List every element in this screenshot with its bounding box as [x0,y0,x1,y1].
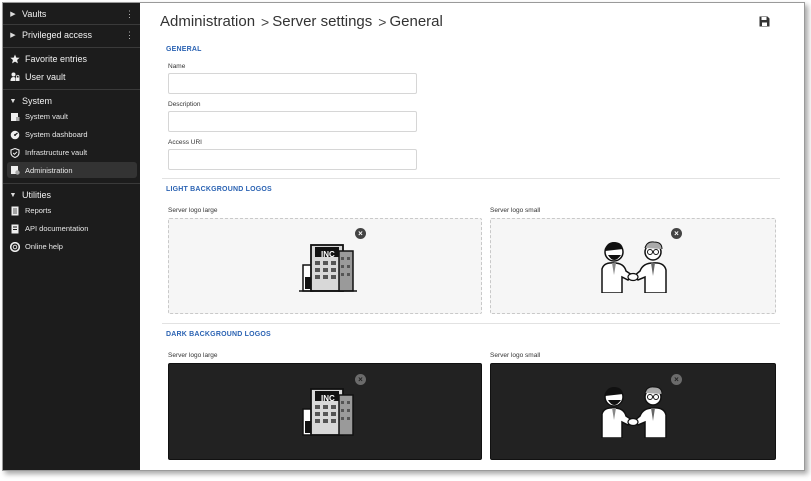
help-icon [10,241,20,252]
chevron-down-icon: ▼ [9,191,17,199]
breadcrumb-item[interactable]: Server settings [272,13,372,30]
sidebar-item-administration[interactable]: Administration [7,162,137,178]
section-title-dark-logos: DARK BACKGROUND LOGOS [166,331,271,338]
sidebar-item-label: Favorite entries [25,54,88,64]
api-doc-icon [10,224,20,234]
section-title-light-logos: LIGHT BACKGROUND LOGOS [166,186,272,193]
chevron-right-icon: ▶ [10,32,16,39]
light-logo-small-label: Server logo small [490,207,541,214]
sidebar-group-label: Utilities [22,190,52,200]
divider [3,47,140,48]
divider [3,183,140,184]
sidebar-group-privileged-access[interactable]: ▶ Privileged access ⋮ [3,27,140,43]
logo-sign-text: INC [321,394,335,403]
breadcrumb-item[interactable]: Administration [160,13,255,30]
remove-icon[interactable]: × [671,374,682,385]
breadcrumb-separator: > [261,13,270,30]
dark-logo-large-label: Server logo large [168,352,218,359]
name-label: Name [168,63,186,70]
app-window: ▶ Vaults ⋮ ▶ Privileged access ⋮ Favorit… [2,2,805,471]
light-logo-large-label: Server logo large [168,207,218,214]
sidebar-item-label: User vault [25,72,66,82]
sidebar-item-infrastructure-vault[interactable]: Infrastructure vault [3,145,140,160]
chevron-down-icon: ▼ [9,97,17,105]
divider [162,323,780,324]
sidebar: ▶ Vaults ⋮ ▶ Privileged access ⋮ Favorit… [3,3,140,470]
sidebar-group-label: System [22,96,53,106]
divider [3,89,140,90]
description-field[interactable] [168,111,417,132]
user-lock-icon [10,72,20,82]
sidebar-group-label: Vaults [22,9,47,19]
sidebar-item-label: System vault [25,112,68,121]
sidebar-item-label: Infrastructure vault [25,148,88,157]
divider [162,178,780,179]
sidebar-item-label: System dashboard [25,130,88,139]
handshake-logo-icon [601,241,667,293]
sidebar-item-user-vault[interactable]: User vault [3,69,140,85]
sidebar-group-utilities[interactable]: ▼ Utilities [3,187,140,203]
light-logo-large-dropzone[interactable]: × INC [168,218,482,314]
building-logo-icon [302,388,354,436]
sidebar-item-favorite-entries[interactable]: Favorite entries [3,51,140,67]
main-content: Administration > Server settings > Gener… [140,3,804,470]
handshake-logo-icon [601,386,667,438]
sidebar-item-system-dashboard[interactable]: System dashboard [3,127,140,142]
report-icon [10,206,20,216]
logo-sign-text: INC [321,250,335,259]
more-options-icon[interactable]: ⋮ [125,9,134,19]
remove-icon[interactable]: × [671,228,682,239]
sidebar-item-label: Online help [25,242,63,251]
sidebar-item-label: Reports [25,206,52,215]
sidebar-item-system-vault[interactable]: System vault [3,109,140,124]
sidebar-item-reports[interactable]: Reports [3,203,140,218]
save-icon[interactable] [759,14,770,27]
dark-logo-small-dropzone[interactable]: × [490,363,776,460]
sidebar-group-label: Privileged access [22,30,93,40]
access-uri-field[interactable] [168,149,417,170]
more-options-icon[interactable]: ⋮ [125,30,134,40]
name-field[interactable] [168,73,417,94]
chevron-right-icon: ▶ [10,11,16,18]
breadcrumb-separator: > [378,13,387,30]
access-uri-label: Access URI [168,139,202,146]
description-label: Description [168,101,201,108]
sidebar-group-system[interactable]: ▼ System [3,93,140,109]
vault-icon [10,112,20,122]
sidebar-group-vaults[interactable]: ▶ Vaults ⋮ [3,6,140,22]
sidebar-item-api-documentation[interactable]: API documentation [3,221,140,236]
sidebar-item-online-help[interactable]: Online help [3,239,140,254]
building-logo-icon [299,244,357,292]
sidebar-item-label: Administration [25,165,73,175]
admin-icon [10,165,20,175]
breadcrumb-current: General [389,13,443,30]
breadcrumb: Administration > Server settings > Gener… [160,13,443,30]
section-title-general: GENERAL [166,46,202,53]
light-logo-small-dropzone[interactable]: × [490,218,776,314]
star-icon [10,54,20,64]
divider [3,24,140,25]
sidebar-item-label: API documentation [25,224,89,233]
dark-logo-large-dropzone[interactable]: × INC [168,363,482,460]
dashboard-icon [10,130,20,140]
dark-logo-small-label: Server logo small [490,352,541,359]
shield-icon [10,147,20,158]
